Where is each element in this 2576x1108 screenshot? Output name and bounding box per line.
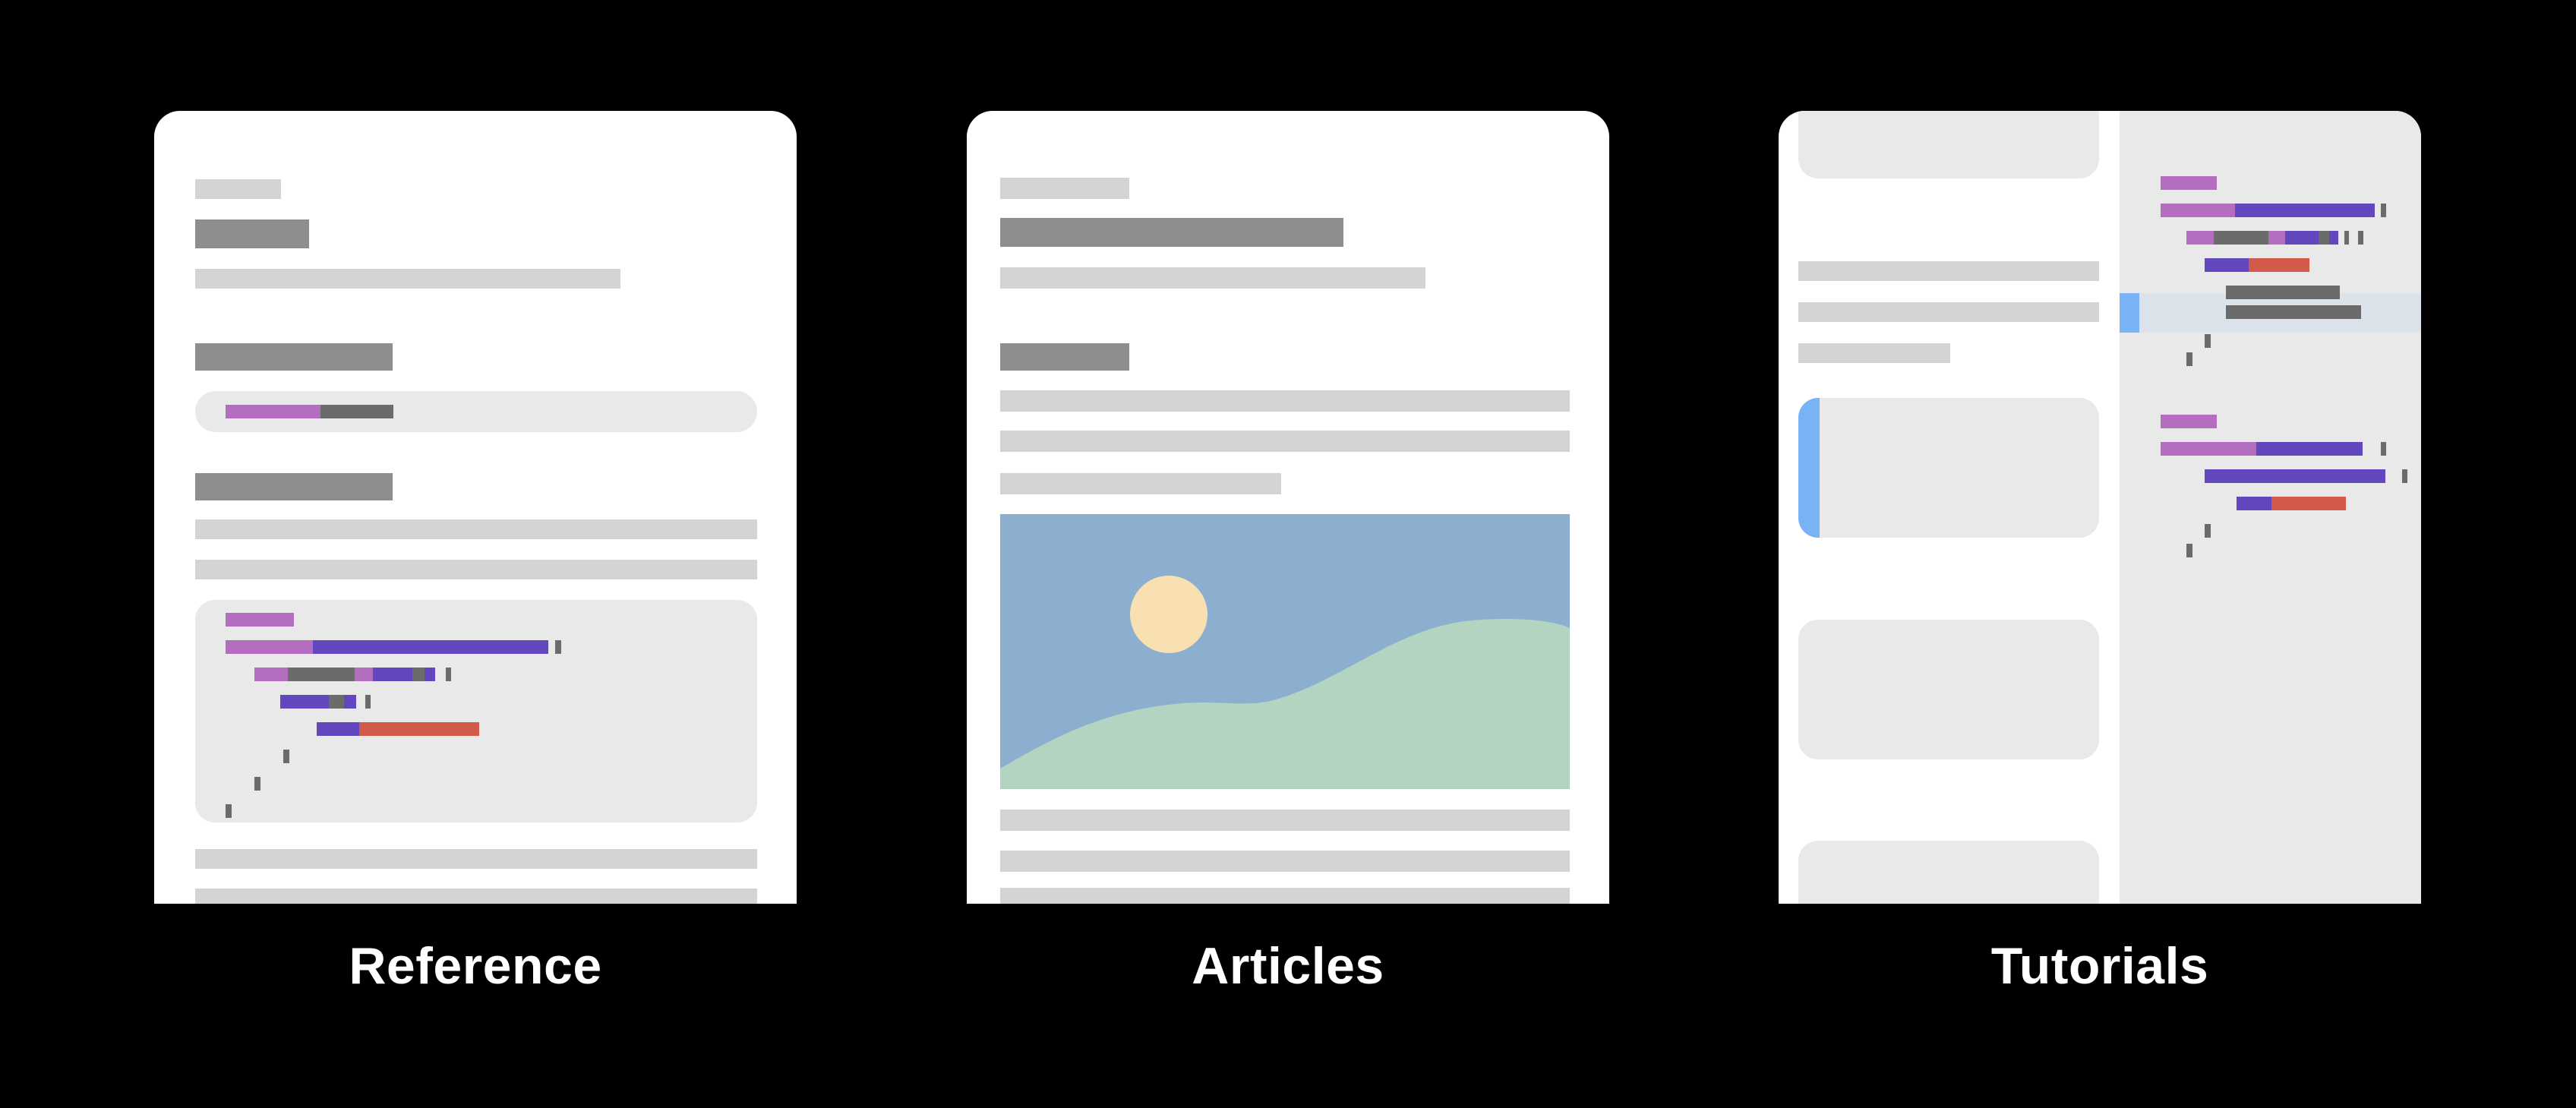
text-line-placeholder	[1000, 431, 1570, 452]
step-card	[1798, 841, 2099, 904]
code-listing	[195, 600, 757, 822]
code-token	[2205, 524, 2211, 538]
code-token	[280, 695, 329, 709]
text-line-placeholder	[1000, 390, 1570, 412]
code-token	[2205, 469, 2385, 483]
code-token	[2161, 204, 2235, 217]
code-token	[2161, 176, 2217, 190]
code-token	[226, 405, 320, 418]
code-token	[2235, 204, 2375, 217]
code-token	[555, 640, 561, 654]
step-card-selected	[1798, 398, 2099, 538]
code-token	[2214, 231, 2268, 245]
text-line-placeholder	[1000, 888, 1570, 904]
code-token	[226, 640, 313, 654]
eyebrow-placeholder	[1000, 178, 1129, 199]
eyebrow-placeholder	[195, 179, 281, 199]
code-token	[425, 668, 435, 681]
code-token	[355, 668, 373, 681]
abstract-placeholder	[1000, 267, 1425, 289]
code-token	[2205, 334, 2211, 348]
code-token	[2161, 442, 2256, 456]
title-placeholder	[1000, 218, 1343, 247]
code-token	[2256, 442, 2363, 456]
declaration-box	[195, 391, 757, 432]
code-token	[412, 668, 425, 681]
code-token	[317, 722, 359, 736]
code-token	[2226, 305, 2361, 319]
code-token	[373, 668, 412, 681]
code-token	[2319, 231, 2329, 245]
step-card	[1798, 111, 2099, 178]
step-card	[1798, 620, 2099, 759]
code-token	[2268, 231, 2285, 245]
text-line-placeholder	[1798, 302, 2099, 322]
text-line-placeholder	[1000, 851, 1570, 872]
text-line-placeholder	[1000, 473, 1281, 494]
title-placeholder	[195, 219, 309, 248]
text-line-placeholder	[1798, 261, 2099, 281]
code-token	[2186, 352, 2192, 366]
selection-indicator	[1798, 398, 1820, 538]
text-line-placeholder	[1000, 810, 1570, 831]
code-token	[2344, 231, 2349, 245]
code-token	[2205, 258, 2249, 272]
code-token	[2381, 442, 2386, 456]
code-token	[2285, 231, 2319, 245]
overview-heading-placeholder	[195, 473, 393, 500]
code-token	[226, 804, 232, 818]
abstract-placeholder	[195, 269, 620, 289]
code-token	[320, 405, 393, 418]
text-line-placeholder	[195, 889, 757, 904]
code-token	[2226, 286, 2340, 299]
code-token	[2186, 544, 2192, 557]
code-token	[283, 750, 289, 763]
section-heading-placeholder	[1000, 343, 1129, 371]
code-token	[226, 613, 294, 627]
code-token	[446, 668, 451, 681]
code-token	[2358, 231, 2363, 245]
landscape-image-icon	[1000, 514, 1570, 789]
code-token	[2402, 469, 2407, 483]
code-token	[329, 695, 344, 709]
text-line-placeholder	[1798, 343, 1950, 363]
code-token	[2381, 204, 2386, 217]
code-token	[254, 777, 260, 791]
articles-card	[967, 111, 1609, 904]
code-token	[2237, 497, 2271, 510]
caption-tutorials: Tutorials	[1990, 937, 2209, 995]
tutorials-card	[1779, 111, 2421, 904]
caption-reference: Reference	[349, 937, 602, 995]
code-token	[2271, 497, 2346, 510]
code-token	[2186, 231, 2214, 245]
code-token	[2249, 258, 2309, 272]
code-token	[344, 695, 356, 709]
code-token	[313, 640, 548, 654]
highlight-marker	[2120, 293, 2139, 333]
code-token	[254, 668, 288, 681]
text-line-placeholder	[195, 519, 757, 539]
code-token	[365, 695, 371, 709]
text-line-placeholder	[195, 849, 757, 869]
code-token	[359, 722, 479, 736]
code-token	[2329, 231, 2338, 245]
code-token	[2161, 415, 2217, 428]
code-pane	[2120, 111, 2421, 904]
reference-card	[154, 111, 797, 904]
code-token	[288, 668, 355, 681]
declaration-heading-placeholder	[195, 343, 393, 371]
text-line-placeholder	[195, 560, 757, 579]
caption-articles: Articles	[1192, 937, 1384, 995]
